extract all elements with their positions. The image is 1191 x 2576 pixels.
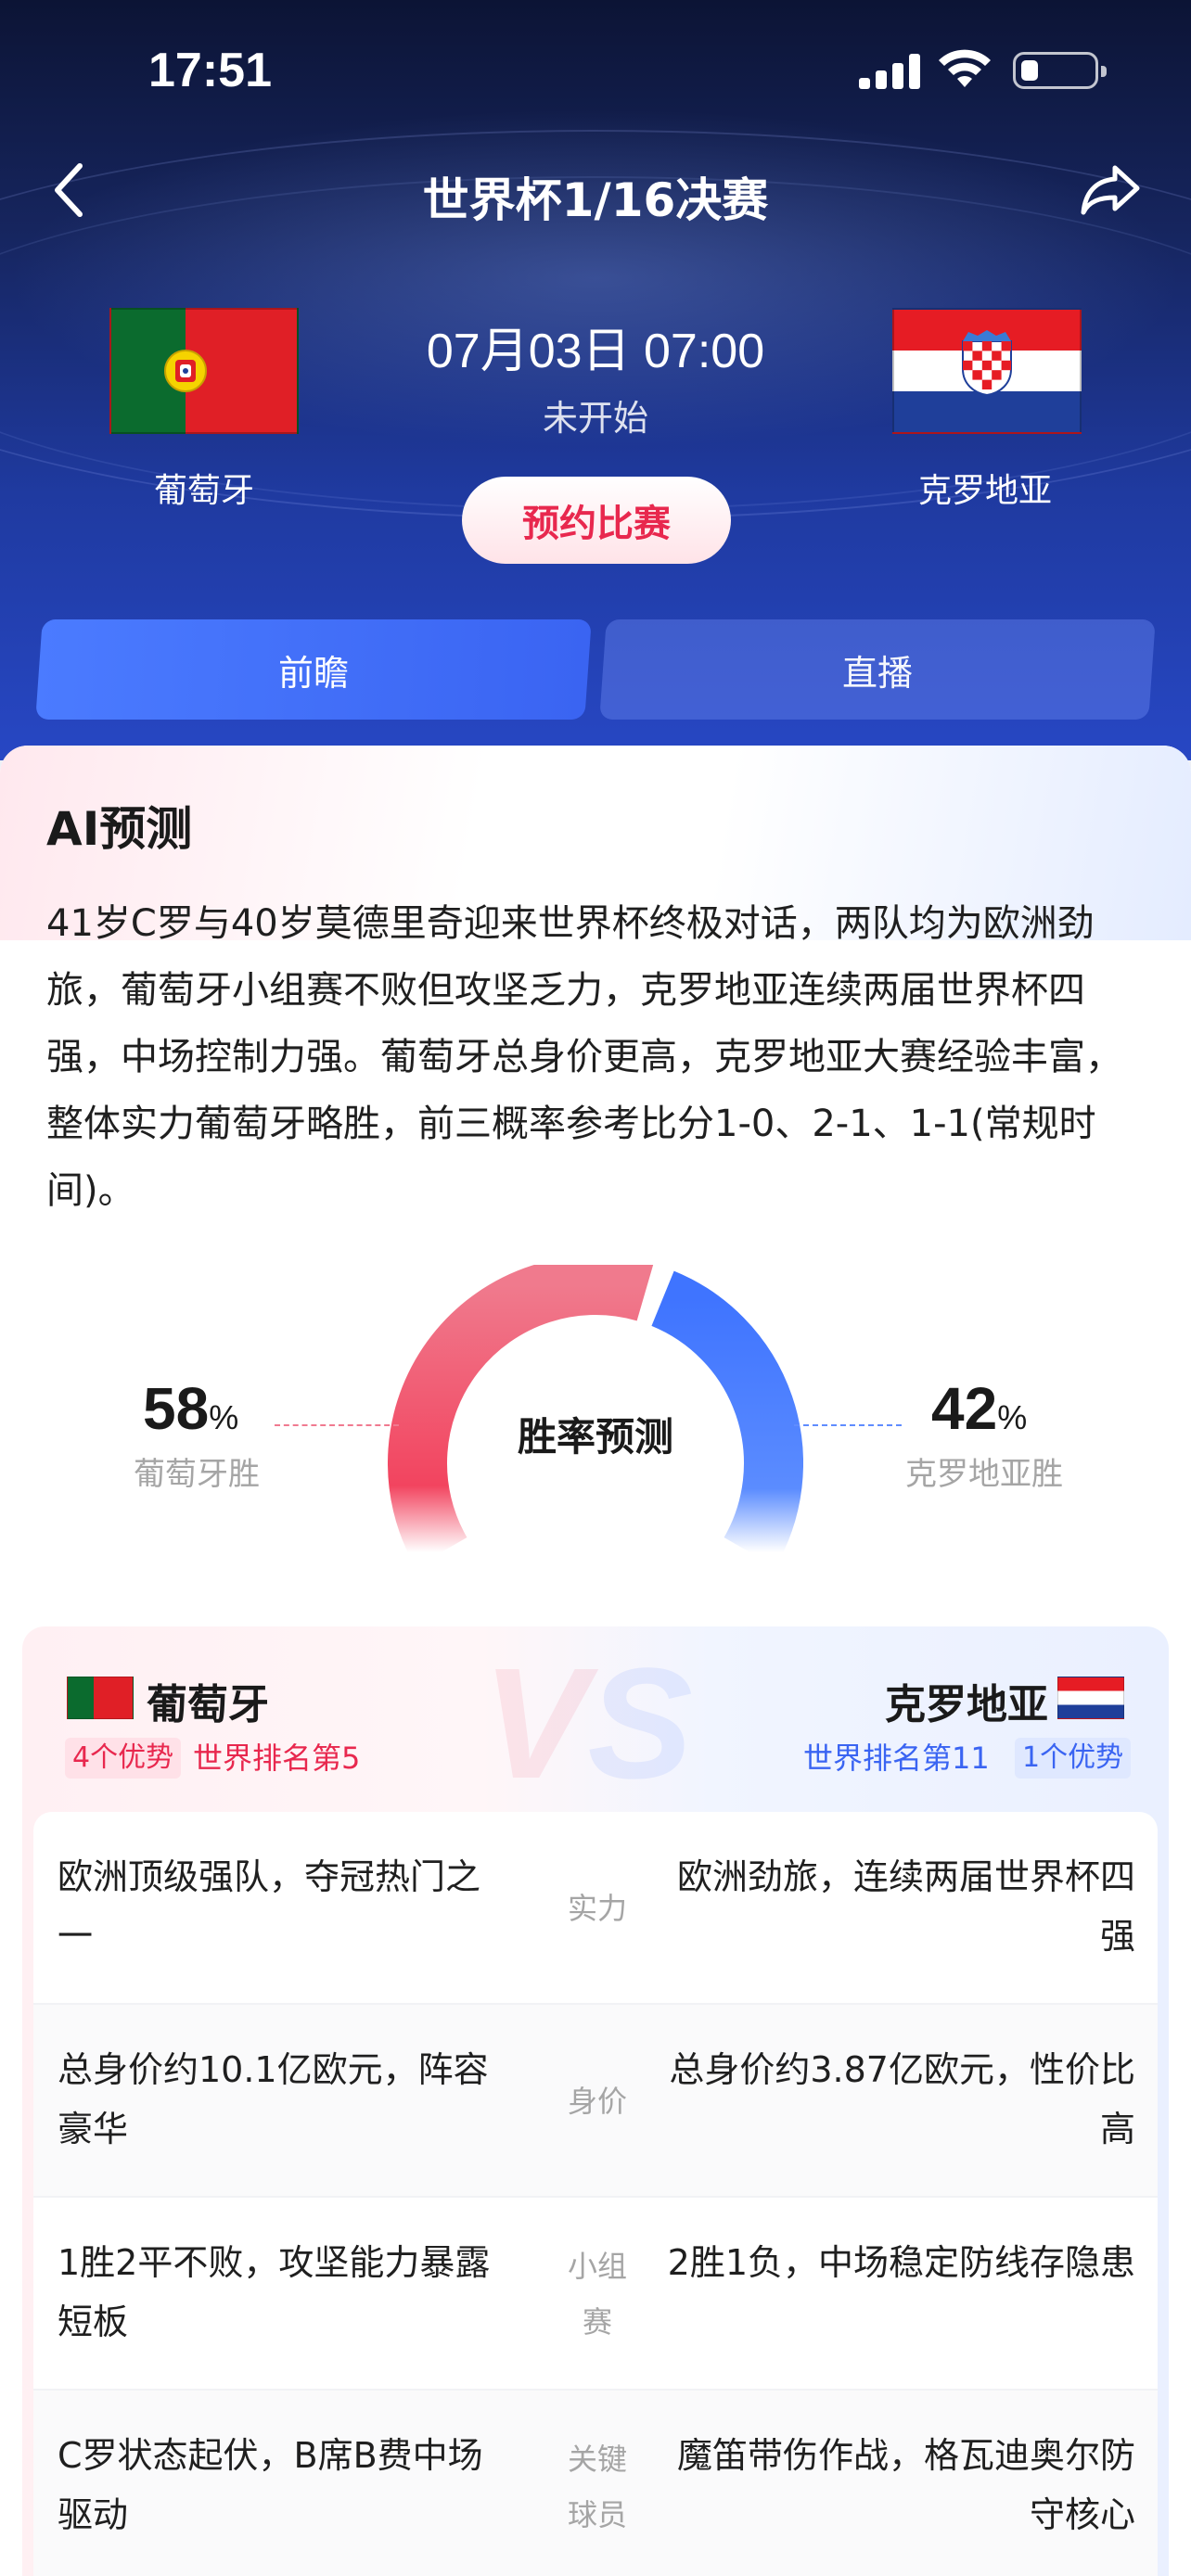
home-value: 欧洲顶级强队，夺冠热门之一 bbox=[58, 1856, 481, 1957]
away-value: 2胜1负，中场稳定防线存隐患 bbox=[667, 2242, 1135, 2283]
ai-prediction-text: 41岁C罗与40岁莫德里奇迎来世界杯终极对话，两队均为欧洲劲旅，葡萄牙小组赛不败… bbox=[46, 902, 1122, 1212]
croatia-coat-of-arms-icon bbox=[962, 330, 1012, 395]
away-value: 魔笛带伤作战，格瓦迪奥尔防守核心 bbox=[676, 2435, 1135, 2535]
home-value: 1胜2平不败，攻坚能力暴露短板 bbox=[58, 2242, 491, 2342]
chevron-left-icon bbox=[55, 163, 83, 217]
home-win-pct: 58% bbox=[143, 1374, 238, 1443]
match-header: 17:51 世界杯1/16决赛 葡萄牙 克罗地亚 07月03日 07:00 未开… bbox=[0, 0, 1191, 760]
pct-unit: % bbox=[997, 1398, 1028, 1436]
wifi-icon bbox=[939, 49, 991, 87]
away-win-pct: 42% bbox=[931, 1374, 1027, 1443]
tab-preview[interactable]: 前瞻 bbox=[35, 619, 592, 720]
metric-label: 实力 bbox=[567, 1891, 627, 1926]
croatia-flag-icon bbox=[892, 308, 1082, 434]
content-card: AI预测 41岁C罗与40岁莫德里奇迎来世界杯终极对话，两队均为欧洲劲旅，葡萄牙… bbox=[0, 746, 1191, 2576]
ai-prediction-title: AI预测 bbox=[46, 802, 193, 856]
away-win-pct-value: 42 bbox=[931, 1375, 998, 1442]
compare-away-team: 克罗地亚 bbox=[885, 1681, 1048, 1728]
portugal-flag-icon bbox=[109, 308, 299, 434]
comparison-row: 1胜2平不败，攻坚能力暴露短板 小组赛 2胜1负，中场稳定防线存隐患 bbox=[33, 2198, 1158, 2391]
away-value: 欧洲劲旅，连续两届世界杯四强 bbox=[676, 1856, 1135, 1957]
away-world-rank: 世界排名第11 bbox=[803, 1741, 990, 1776]
status-bar: 17:51 bbox=[0, 0, 1191, 139]
away-advantage-badge: 1个优势 bbox=[1015, 1738, 1132, 1779]
back-button[interactable] bbox=[41, 158, 96, 223]
metric-label: 关键球员 bbox=[567, 2442, 627, 2532]
comparison-table: 欧洲顶级强队，夺冠热门之一 实力 欧洲劲旅，连续两届世界杯四强 总身价约10.1… bbox=[33, 1812, 1158, 2576]
vs-watermark: VS bbox=[482, 1636, 693, 1812]
home-world-rank: 世界排名第5 bbox=[193, 1741, 361, 1776]
share-icon bbox=[1081, 165, 1140, 215]
tab-preview-label: 前瞻 bbox=[277, 652, 349, 694]
match-datetime: 07月03日 07:00 bbox=[426, 325, 765, 378]
share-button[interactable] bbox=[1078, 159, 1143, 221]
comparison-row: 欧洲顶级强队，夺冠热门之一 实力 欧洲劲旅，连续两届世界杯四强 bbox=[33, 1812, 1158, 2005]
match-status: 未开始 bbox=[542, 398, 648, 439]
comparison-row: 总身价约10.1亿欧元，阵容豪华 身价 总身价约3.87亿欧元，性价比高 bbox=[33, 2005, 1158, 2198]
status-time: 17:51 bbox=[148, 44, 272, 97]
home-value: C罗状态起伏，B席B费中场驱动 bbox=[58, 2435, 483, 2535]
compare-home-team: 葡萄牙 bbox=[147, 1681, 269, 1728]
home-advantage-badge: 4个优势 bbox=[65, 1738, 182, 1779]
tab-live-label: 直播 bbox=[841, 652, 913, 694]
pct-unit: % bbox=[209, 1398, 239, 1436]
team-comparison: VS 葡萄牙 克罗地亚 4个优势 世界排名第5 世界排名第11 1个优势 欧洲顶… bbox=[22, 1626, 1169, 2576]
home-team-name: 葡萄牙 bbox=[153, 472, 254, 510]
metric-label: 身价 bbox=[567, 2084, 627, 2119]
away-team-name: 克罗地亚 bbox=[917, 472, 1052, 510]
croatia-flag-icon bbox=[1057, 1677, 1124, 1719]
donut-center-label: 胜率预测 bbox=[517, 1414, 673, 1460]
reserve-match-button[interactable]: 预约比赛 bbox=[462, 477, 731, 564]
battery-icon bbox=[1013, 52, 1107, 89]
home-win-pct-value: 58 bbox=[143, 1375, 210, 1442]
home-pct-leader-line bbox=[275, 1424, 399, 1426]
tab-live[interactable]: 直播 bbox=[599, 619, 1156, 720]
portugal-flag-icon bbox=[67, 1677, 134, 1719]
page-title: 世界杯1/16决赛 bbox=[422, 173, 769, 227]
away-value: 总身价约3.87亿欧元，性价比高 bbox=[669, 2049, 1135, 2149]
home-win-label: 葡萄牙胜 bbox=[134, 1456, 260, 1493]
away-pct-leader-line bbox=[794, 1424, 902, 1426]
metric-label: 小组赛 bbox=[567, 2249, 627, 2340]
cellular-signal-icon bbox=[859, 54, 920, 89]
comparison-row: C罗状态起伏，B席B费中场驱动 关键球员 魔笛带伤作战，格瓦迪奥尔防守核心 bbox=[33, 2391, 1158, 2576]
home-value: 总身价约10.1亿欧元，阵容豪华 bbox=[58, 2049, 489, 2149]
portugal-coat-of-arms-icon bbox=[164, 350, 207, 392]
away-win-label: 克罗地亚胜 bbox=[905, 1456, 1063, 1493]
